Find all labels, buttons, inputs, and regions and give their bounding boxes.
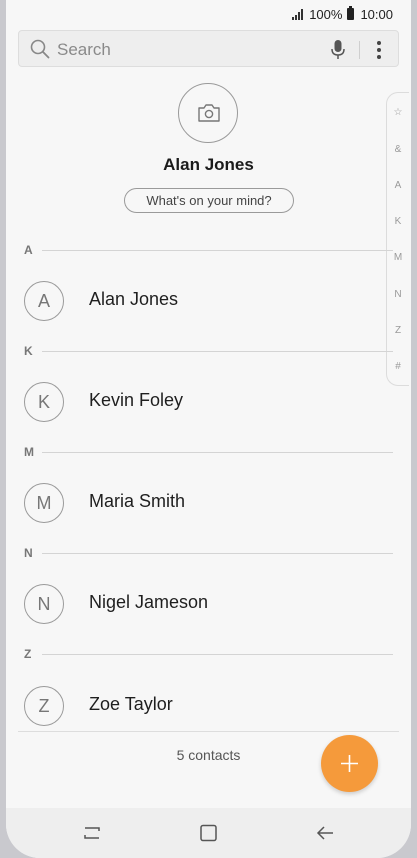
add-contact-button[interactable] xyxy=(321,735,378,792)
recent-apps-icon[interactable] xyxy=(82,824,102,842)
battery-icon xyxy=(347,6,355,20)
contact-row[interactable]: K Kevin Foley xyxy=(6,382,386,442)
profile-name[interactable]: Alan Jones xyxy=(6,155,411,175)
battery-percent: 100% xyxy=(309,6,343,22)
contact-row[interactable]: Z Zoe Taylor xyxy=(6,686,386,746)
section-header-m: M xyxy=(24,445,393,459)
mic-icon[interactable] xyxy=(330,39,346,61)
section-letter: Z xyxy=(24,647,32,661)
contact-row[interactable]: N Nigel Jameson xyxy=(6,584,386,644)
section-letter: A xyxy=(24,243,33,257)
avatar: N xyxy=(24,584,64,624)
search-divider xyxy=(359,41,360,59)
index-item-favorites[interactable]: ☆ xyxy=(387,107,409,118)
avatar: Z xyxy=(24,686,64,726)
camera-icon xyxy=(198,104,220,122)
contact-name: Maria Smith xyxy=(89,491,186,511)
section-header-k: K xyxy=(24,344,393,358)
avatar: K xyxy=(24,382,64,422)
index-item-hash[interactable]: # xyxy=(387,361,409,372)
search-bar[interactable]: Search xyxy=(18,30,399,67)
avatar: A xyxy=(24,281,64,321)
contact-name: Zoe Taylor xyxy=(89,694,173,714)
index-item-z[interactable]: Z xyxy=(387,325,409,336)
contact-name: Kevin Foley xyxy=(89,390,184,410)
contact-name: Nigel Jameson xyxy=(89,592,209,612)
back-icon[interactable] xyxy=(315,824,335,842)
home-icon[interactable] xyxy=(199,824,218,842)
index-item-n[interactable]: N xyxy=(387,289,409,300)
section-header-n: N xyxy=(24,546,393,560)
avatar: M xyxy=(24,483,64,523)
index-item-a[interactable]: A xyxy=(387,180,409,191)
section-divider xyxy=(42,451,393,453)
status-message-button[interactable]: What's on your mind? xyxy=(124,188,294,213)
navigation-bar xyxy=(6,808,411,858)
contact-row[interactable]: M Maria Smith xyxy=(6,483,386,543)
section-divider xyxy=(42,350,393,352)
section-divider xyxy=(42,249,393,251)
section-letter: M xyxy=(24,445,34,459)
section-header-a: A xyxy=(24,243,393,257)
profile-photo-button[interactable] xyxy=(178,83,238,143)
plus-icon xyxy=(341,755,358,772)
section-divider xyxy=(42,552,393,554)
index-scroller[interactable]: ☆ & A K M N Z # xyxy=(386,92,409,386)
contact-row[interactable]: A Alan Jones xyxy=(6,281,386,341)
contact-name: Alan Jones xyxy=(89,289,179,309)
section-letter: N xyxy=(24,546,33,560)
section-letter: K xyxy=(24,344,33,358)
status-bar: 100% 10:00 xyxy=(6,0,411,28)
search-input[interactable]: Search xyxy=(57,40,111,60)
more-icon[interactable] xyxy=(372,39,386,61)
device-frame: 100% 10:00 Search Alan Jones What's on y… xyxy=(0,0,417,858)
signal-icon xyxy=(292,8,304,20)
section-divider xyxy=(42,653,393,655)
index-item-ampersand[interactable]: & xyxy=(387,144,409,155)
search-icon xyxy=(30,39,50,59)
clock: 10:00 xyxy=(360,6,393,22)
footer-divider xyxy=(18,731,399,732)
index-item-k[interactable]: K xyxy=(387,216,409,227)
contacts-screen: 100% 10:00 Search Alan Jones What's on y… xyxy=(6,0,411,858)
section-header-z: Z xyxy=(24,647,393,661)
